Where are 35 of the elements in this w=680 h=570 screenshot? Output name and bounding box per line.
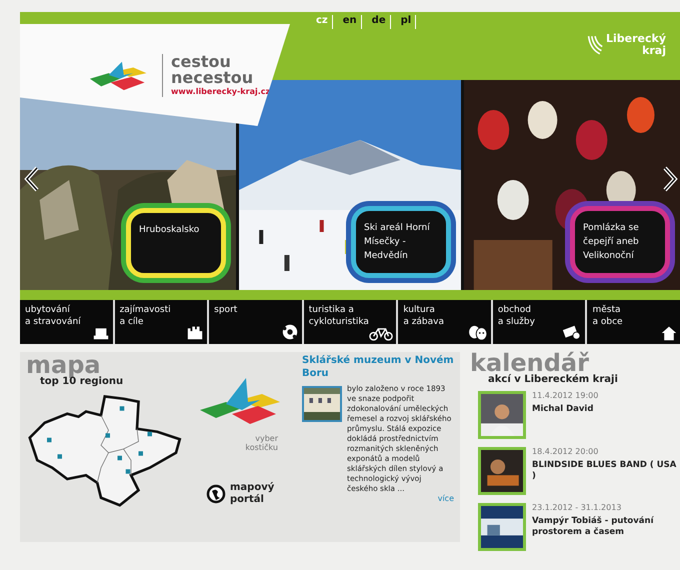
event-date: 23.1.2012 - 31.1.2013 <box>532 503 622 512</box>
nav-menu-item[interactable]: města a obce <box>587 300 680 344</box>
stripes-icon <box>586 34 603 56</box>
previous-arrow-icon[interactable] <box>24 166 40 192</box>
house-icon <box>661 325 678 341</box>
logo-url: www.liberecky-kraj.cz <box>171 86 270 96</box>
bicycle-icon <box>369 326 394 341</box>
map-portal-link[interactable]: mapový portál <box>230 482 274 506</box>
globe-icon[interactable] <box>206 484 226 504</box>
hint-text: vyber kostičku <box>245 434 278 452</box>
nav-menu-item[interactable]: zajímavosti a cíle <box>114 300 208 344</box>
nav-menu-item[interactable]: obchod a služby <box>492 300 586 344</box>
nav-menu-item[interactable]: sport <box>209 300 302 344</box>
section-title: kalendář <box>470 352 590 374</box>
language-link[interactable]: pl <box>396 15 416 29</box>
brand-name: kraj <box>642 45 666 57</box>
event-title-link[interactable]: BLINDSIDE BLUES BAND ( USA ) <box>532 460 680 482</box>
nav-menu-item[interactable]: turistika a cykloturistika <box>304 300 396 344</box>
event-title-link[interactable]: Vampýr Tobiáš - putování prostorem a časem <box>532 516 680 538</box>
nav-menu-item[interactable]: kultura a zábava <box>398 300 491 344</box>
section-subtitle: top 10 regionu <box>40 376 124 387</box>
section-title: mapa <box>26 354 101 376</box>
language-link[interactable]: de <box>368 15 391 29</box>
event-date: 18.4.2012 20:00 <box>532 447 600 456</box>
theatre-masks-icon <box>468 325 488 341</box>
section-subtitle: akcí v Libereckém kraji <box>487 374 619 385</box>
logo-title: cestou <box>171 54 232 70</box>
nav-menu-item[interactable]: ubytování a stravování <box>20 300 113 344</box>
ball-icon <box>280 323 299 341</box>
event-title-link[interactable]: Michal David <box>532 404 598 415</box>
next-arrow-icon[interactable] <box>662 166 678 192</box>
language-link[interactable]: en <box>338 15 362 29</box>
event-date: 11.4.2012 19:00 <box>532 391 598 400</box>
brand-name: Liberecký <box>606 33 666 45</box>
logo-title: necestou <box>171 70 254 86</box>
